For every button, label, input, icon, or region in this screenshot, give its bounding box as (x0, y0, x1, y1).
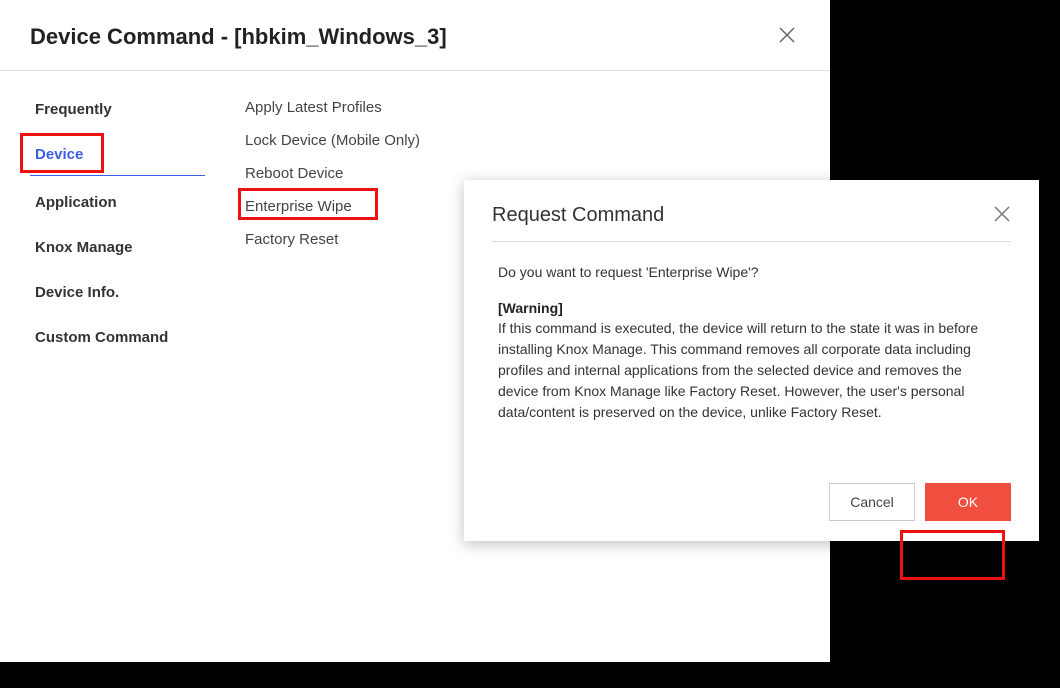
window-title: Device Command - [hbkim_Windows_3] (30, 24, 447, 50)
close-icon[interactable] (993, 205, 1011, 227)
modal-body: Do you want to request 'Enterprise Wipe'… (492, 242, 1011, 433)
warning-text: If this command is executed, the device … (498, 318, 1005, 423)
ok-button[interactable]: OK (925, 483, 1011, 521)
modal-header: Request Command (492, 204, 1011, 242)
close-icon[interactable] (774, 22, 800, 52)
sidebar-item-custom-command[interactable]: Custom Command (30, 319, 205, 356)
warning-label: [Warning] (498, 300, 1005, 316)
window-header: Device Command - [hbkim_Windows_3] (0, 0, 830, 71)
sidebar-item-frequently[interactable]: Frequently (30, 91, 205, 128)
sidebar-item-device[interactable]: Device (30, 136, 205, 176)
sidebar-item-application[interactable]: Application (30, 184, 205, 221)
request-command-modal: Request Command Do you want to request '… (464, 180, 1039, 541)
sidebar-item-device-info[interactable]: Device Info. (30, 274, 205, 311)
command-apply-latest-profiles[interactable]: Apply Latest Profiles (245, 91, 800, 124)
modal-footer: Cancel OK (492, 433, 1011, 521)
cancel-button[interactable]: Cancel (829, 483, 915, 521)
modal-title: Request Command (492, 204, 664, 227)
command-lock-device[interactable]: Lock Device (Mobile Only) (245, 124, 800, 157)
modal-question: Do you want to request 'Enterprise Wipe'… (498, 264, 1005, 280)
sidebar: Frequently Device Application Knox Manag… (0, 71, 215, 663)
sidebar-item-knox-manage[interactable]: Knox Manage (30, 229, 205, 266)
